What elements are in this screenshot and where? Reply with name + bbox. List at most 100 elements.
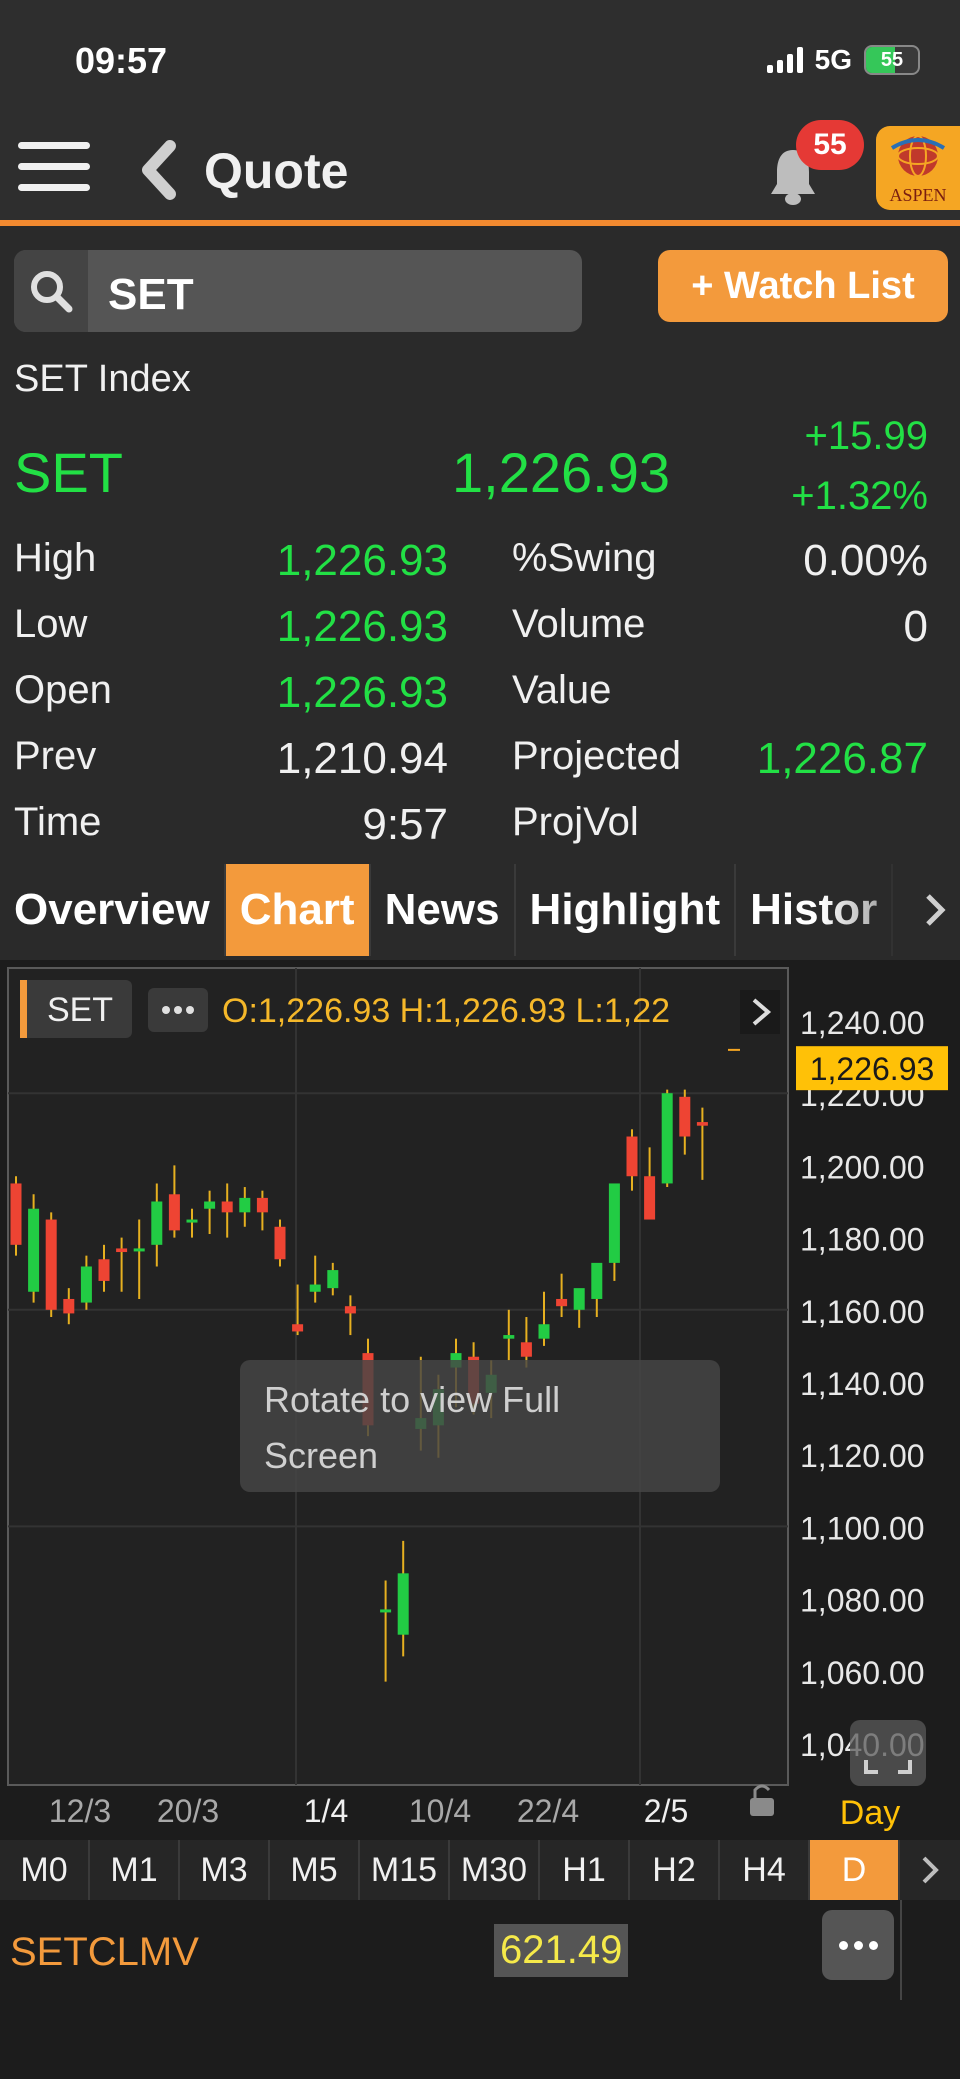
candle-body xyxy=(520,1342,532,1357)
tabs-scroll-right-icon[interactable] xyxy=(820,864,960,956)
stat-label-value: Value xyxy=(512,668,612,712)
current-price-label: 1,226.93 xyxy=(810,1051,935,1087)
tab-chart[interactable]: Chart xyxy=(225,864,371,956)
menu-icon[interactable] xyxy=(18,142,90,200)
interval-m5[interactable]: M5 xyxy=(270,1840,360,1900)
y-tick-label: 1,240.00 xyxy=(800,1005,925,1041)
candle-body xyxy=(591,1262,603,1299)
y-tick-label: 1,060.00 xyxy=(800,1655,925,1691)
candle-body xyxy=(608,1183,620,1263)
candlestick-chart[interactable]: 1,240.001,220.001,200.001,180.001,160.00… xyxy=(0,960,960,1840)
y-tick-label: 1,140.00 xyxy=(800,1366,925,1402)
dot xyxy=(186,1006,194,1014)
candle-body xyxy=(309,1284,321,1292)
period-label[interactable]: Day xyxy=(840,1794,900,1832)
candle-body xyxy=(556,1298,568,1307)
candle-body xyxy=(239,1197,251,1213)
y-tick-label: 1,120.00 xyxy=(800,1438,925,1474)
candle-body xyxy=(274,1226,286,1260)
x-tick-label: 1/4 xyxy=(304,1793,348,1829)
y-tick-label: 1,200.00 xyxy=(800,1149,925,1185)
fullscreen-icon[interactable] xyxy=(850,1720,926,1786)
last-price: 1,226.93 xyxy=(452,441,670,504)
interval-h1[interactable]: H1 xyxy=(540,1840,630,1900)
symbol-search-input[interactable]: SET xyxy=(14,250,582,332)
y-tick-label: 1,100.00 xyxy=(800,1510,925,1546)
interval-m15[interactable]: M15 xyxy=(360,1840,450,1900)
stat-label-low: Low xyxy=(14,602,88,646)
stat-value-open: 1,226.93 xyxy=(276,668,448,717)
x-tick-label: 22/4 xyxy=(517,1793,579,1829)
search-icon xyxy=(14,250,88,332)
price-change-percent: +1.32% xyxy=(791,474,928,518)
candle-body xyxy=(327,1270,339,1289)
symbol: SET xyxy=(14,441,123,504)
stat-value-time: 9:57 xyxy=(362,800,448,849)
tab-news[interactable]: News xyxy=(371,864,516,956)
rotate-hint-line1: Rotate to view Full xyxy=(264,1379,560,1420)
y-tick-label: 1,160.00 xyxy=(800,1294,925,1330)
divider xyxy=(900,1900,902,2000)
stat-label-time: Time xyxy=(14,800,102,844)
chip-accent xyxy=(20,980,27,1038)
stat-label-high: High xyxy=(14,536,97,580)
stat-label-pct-swing: %Swing xyxy=(512,536,657,580)
back-icon[interactable] xyxy=(136,140,180,200)
status-indicators: 5G 55 xyxy=(766,44,920,76)
stat-label-prev: Prev xyxy=(14,734,97,778)
stat-label-projvol: ProjVol xyxy=(512,800,639,844)
interval-m0[interactable]: M0 xyxy=(0,1840,90,1900)
candle-body xyxy=(573,1288,585,1310)
watch-list-button[interactable]: + Watch List xyxy=(658,250,948,322)
interval-m1[interactable]: M1 xyxy=(90,1840,180,1900)
candle-body xyxy=(133,1248,145,1252)
candle-body xyxy=(679,1096,691,1137)
stat-value-projected: 1,226.87 xyxy=(756,734,928,783)
candle-body xyxy=(45,1219,57,1310)
candle-body xyxy=(80,1266,92,1303)
search-value: SET xyxy=(108,270,194,319)
indicator-more-button[interactable] xyxy=(822,1910,894,1980)
candle-body xyxy=(661,1093,673,1184)
notification-badge: 55 xyxy=(796,120,864,170)
interval-m30[interactable]: M30 xyxy=(450,1840,540,1900)
stat-value-prev: 1,210.94 xyxy=(276,734,448,783)
candle-body xyxy=(397,1573,409,1635)
stat-label-projected: Projected xyxy=(512,734,681,778)
signal-icon xyxy=(766,47,803,73)
index-full-name: SET Index xyxy=(14,358,191,400)
x-tick-label: 10/4 xyxy=(409,1793,471,1829)
chart-panel[interactable]: 1,240.00 1,220.00 1,200.00 1,180.00 1,160.00… xyxy=(0,960,960,1840)
x-tick-label: 2/5 xyxy=(644,1793,688,1829)
y-tick-label: 1,180.00 xyxy=(800,1222,925,1258)
candle-body xyxy=(344,1306,356,1314)
candle-body xyxy=(28,1208,40,1292)
candle-body xyxy=(380,1609,392,1613)
stat-value-pct-swing: 0.00% xyxy=(803,536,928,585)
dot xyxy=(174,1006,182,1014)
x-tick-label: 20/3 xyxy=(157,1793,219,1829)
aspen-logo[interactable]: ASPEN xyxy=(876,126,960,210)
interval-m3[interactable]: M3 xyxy=(180,1840,270,1900)
indicator-name: SETCLMV xyxy=(10,1930,199,1974)
tab-overview[interactable]: Overview xyxy=(0,864,226,956)
rotate-hint-line2: Screen xyxy=(264,1435,378,1476)
tab-highlight[interactable]: Highlight xyxy=(516,864,737,956)
search-row: SET + Watch List xyxy=(0,232,960,342)
candle-body xyxy=(186,1219,198,1223)
lock-icon[interactable] xyxy=(750,1798,774,1816)
stat-value-high: 1,226.93 xyxy=(276,536,448,585)
y-tick-label: 1,080.00 xyxy=(800,1583,925,1619)
interval-d[interactable]: D xyxy=(810,1840,900,1900)
candle-body xyxy=(538,1324,550,1339)
nav-bar: Quote 55 ASPEN xyxy=(0,120,960,226)
interval-h4[interactable]: H4 xyxy=(720,1840,810,1900)
candle-body xyxy=(116,1248,128,1253)
intervals-scroll-right-icon[interactable] xyxy=(900,1840,960,1900)
battery-level: 55 xyxy=(880,48,904,71)
indicator-value: 621.49 xyxy=(494,1924,629,1977)
status-time: 09:57 xyxy=(75,40,168,81)
stat-value-low: 1,226.93 xyxy=(276,602,448,651)
interval-h2[interactable]: H2 xyxy=(630,1840,720,1900)
lock-shackle xyxy=(753,1784,771,1798)
